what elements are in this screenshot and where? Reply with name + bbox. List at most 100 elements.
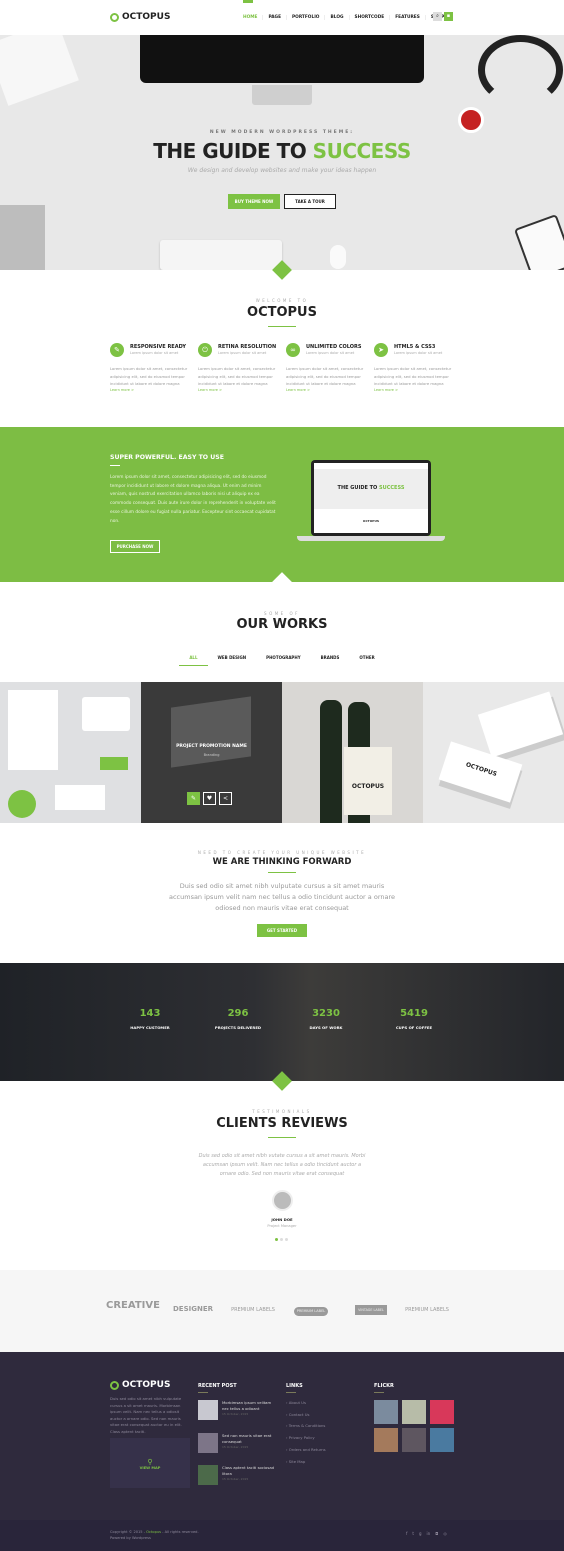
social-icons: f t g in ◘ ◎ bbox=[406, 1531, 447, 1536]
counter-projects: 296 PROJECTS DELIVERED bbox=[214, 1008, 262, 1030]
nav-page[interactable]: PAGE bbox=[263, 15, 288, 20]
recent-post[interactable]: Morbimsan ipsum velitam nec tellus a odi… bbox=[198, 1400, 278, 1420]
flickr-photo[interactable] bbox=[374, 1428, 398, 1452]
cart-icon[interactable]: ▪ bbox=[444, 12, 453, 21]
dribbble-icon[interactable]: ◎ bbox=[443, 1531, 447, 1536]
search-icon[interactable]: ⌕ bbox=[433, 12, 442, 21]
take-tour-button[interactable]: TAKE A TOUR bbox=[284, 194, 336, 209]
work-tile-cards[interactable]: OCTOPUS bbox=[423, 682, 564, 823]
footer-link[interactable]: › About Us bbox=[286, 1400, 306, 1405]
linkedin-icon[interactable]: in bbox=[427, 1531, 431, 1536]
footer-link[interactable]: › Privacy Policy bbox=[286, 1435, 315, 1440]
google-plus-icon[interactable]: g bbox=[419, 1531, 422, 1536]
notebook-image bbox=[0, 35, 79, 106]
forward-title: WE ARE THINKING FORWARD bbox=[212, 857, 352, 867]
client-logo-premium-1[interactable]: PREMIUM LABELS bbox=[223, 1307, 283, 1313]
nav-shortcode[interactable]: SHORTCODE bbox=[350, 15, 391, 20]
slide-dot-2[interactable] bbox=[280, 1238, 283, 1241]
slide-dot-1[interactable] bbox=[275, 1238, 278, 1241]
divider bbox=[286, 1392, 296, 1393]
footer-logo[interactable]: OCTOPUS bbox=[110, 1380, 170, 1390]
powerful-title: SUPER POWERFUL. EASY TO USE bbox=[110, 454, 224, 461]
reviewer-name: JOHN DOE bbox=[271, 1217, 293, 1222]
recent-post-heading: RECENT POST bbox=[198, 1383, 237, 1389]
heart-icon[interactable]: ♥ bbox=[203, 792, 216, 805]
learn-more-link[interactable]: Learn more > bbox=[286, 388, 310, 392]
powered-by: Powered by Wordpress bbox=[110, 1536, 151, 1540]
world-map[interactable]: ⚲ VIEW MAP bbox=[110, 1438, 190, 1488]
feature-retina: ⏻ RETINA RESOLUTION Lorem ipsum dolor sit … bbox=[198, 343, 277, 392]
mouse-image bbox=[330, 245, 346, 269]
footer-link[interactable]: › Terms & Conditions bbox=[286, 1423, 325, 1428]
recent-post[interactable]: Sed non mauris vitae erat consequat 15 Oc… bbox=[198, 1433, 278, 1453]
nav-features[interactable]: FEATURES bbox=[390, 15, 426, 20]
flickr-photo[interactable] bbox=[430, 1400, 454, 1424]
divider bbox=[110, 465, 120, 466]
get-started-button[interactable]: GET STARTED bbox=[257, 924, 307, 937]
facebook-icon[interactable]: f bbox=[406, 1531, 407, 1536]
work-tile-project[interactable]: PROJECT PROMOTION NAME Branding ✎ ♥ < bbox=[141, 682, 282, 823]
reviews-title: CLIENTS REVIEWS bbox=[216, 1116, 348, 1131]
work-tile-stationery[interactable] bbox=[0, 682, 141, 823]
footer-link[interactable]: › Site Map bbox=[286, 1459, 305, 1464]
learn-more-link[interactable]: Learn more > bbox=[110, 388, 134, 392]
hero-desc: We design and develop websites and make … bbox=[187, 167, 377, 174]
footer-link[interactable]: › Orders and Returns bbox=[286, 1447, 326, 1452]
instagram-icon[interactable]: ◘ bbox=[435, 1531, 438, 1536]
learn-more-link[interactable]: Learn more > bbox=[198, 388, 222, 392]
recent-post[interactable]: Class aptent taciti sociosad litora 15 Oc… bbox=[198, 1465, 278, 1485]
header: OCTOPUS HOME PAGE PORTFOLIO BLOG SHORTCO… bbox=[0, 0, 564, 35]
filter-all[interactable]: ALL bbox=[179, 655, 208, 666]
counter-days: 3230 DAYS OF WORK bbox=[309, 1008, 343, 1030]
map-pin-icon: ⚲ bbox=[147, 1458, 153, 1466]
client-logo-premium-2[interactable]: PREMIUM LABEL bbox=[294, 1307, 328, 1316]
review-quote: Duis sed odio sit amet nibh vutate cursu… bbox=[198, 1153, 366, 1177]
paper-plane-icon: ➤ bbox=[374, 343, 388, 357]
filter-web-design[interactable]: WEB DESIGN bbox=[208, 655, 257, 666]
project-category: Branding bbox=[203, 753, 220, 757]
works-kicker: SOME OF bbox=[264, 611, 300, 616]
octopus-logo-icon bbox=[110, 1380, 119, 1390]
logo[interactable]: OCTOPUS bbox=[110, 12, 170, 22]
post-thumbnail bbox=[198, 1400, 218, 1420]
hero-title: THE GUIDE TO SUCCESS bbox=[153, 139, 411, 163]
client-logo-vintage[interactable]: VINTAGE LABEL bbox=[355, 1305, 387, 1315]
feature-responsive: ✎ RESPONSIVE READY Lorem ipsum dolor sit a… bbox=[110, 343, 188, 392]
nav-portfolio[interactable]: PORTFOLIO bbox=[287, 15, 326, 20]
filter-brands[interactable]: BRANDS bbox=[311, 655, 350, 666]
purchase-now-button[interactable]: PURCHASE NOW bbox=[110, 540, 160, 553]
works-title: OUR WORKS bbox=[236, 617, 328, 632]
client-logo-creative[interactable]: CREATIVE bbox=[103, 1300, 163, 1311]
filter-other[interactable]: OTHER bbox=[349, 655, 384, 666]
keyboard-image bbox=[160, 240, 282, 270]
flickr-photo[interactable] bbox=[402, 1428, 426, 1452]
client-logo-designer[interactable]: DESIGNER bbox=[163, 1305, 223, 1313]
post-thumbnail bbox=[198, 1465, 218, 1485]
client-logo-premium-3[interactable]: PREMIUM LABELS bbox=[397, 1307, 457, 1313]
filter-photography[interactable]: PHOTOGRAPHY bbox=[256, 655, 310, 666]
hero: NEW MODERN WORDPRESS THEME: THE GUIDE TO… bbox=[0, 35, 564, 270]
forward-text: Duis sed odio sit amet nibh vulputate cu… bbox=[168, 882, 396, 912]
divider bbox=[198, 1392, 208, 1393]
works-filters: ALL WEB DESIGN PHOTOGRAPHY BRANDS OTHER bbox=[0, 655, 564, 666]
view-map-link[interactable]: VIEW MAP bbox=[110, 1466, 190, 1470]
footer-link[interactable]: › Contact Us bbox=[286, 1412, 309, 1417]
learn-more-link[interactable]: Learn more > bbox=[374, 388, 398, 392]
avatar bbox=[272, 1190, 293, 1211]
nav-home[interactable]: HOME bbox=[238, 15, 264, 20]
nav-blog[interactable]: BLOG bbox=[325, 15, 350, 20]
powerful-section: SUPER POWERFUL. EASY TO USE Lorem ipsum … bbox=[0, 427, 564, 582]
flickr-photo[interactable] bbox=[430, 1428, 454, 1452]
twitter-icon[interactable]: t bbox=[412, 1531, 414, 1536]
headphones-image bbox=[478, 35, 563, 105]
flickr-photo[interactable] bbox=[374, 1400, 398, 1424]
hard-drive-image bbox=[0, 205, 45, 270]
pencil-icon: ✎ bbox=[110, 343, 124, 357]
flickr-photo[interactable] bbox=[402, 1400, 426, 1424]
slide-dot-3[interactable] bbox=[285, 1238, 288, 1241]
buy-theme-button[interactable]: BUY THEME NOW bbox=[228, 194, 280, 209]
link-icon[interactable]: ✎ bbox=[187, 792, 200, 805]
powerful-text: Lorem ipsum dolor sit amet, consectetur … bbox=[110, 475, 276, 524]
work-tile-bottles[interactable]: OCTOPUS bbox=[282, 682, 423, 823]
share-icon[interactable]: < bbox=[219, 792, 232, 805]
